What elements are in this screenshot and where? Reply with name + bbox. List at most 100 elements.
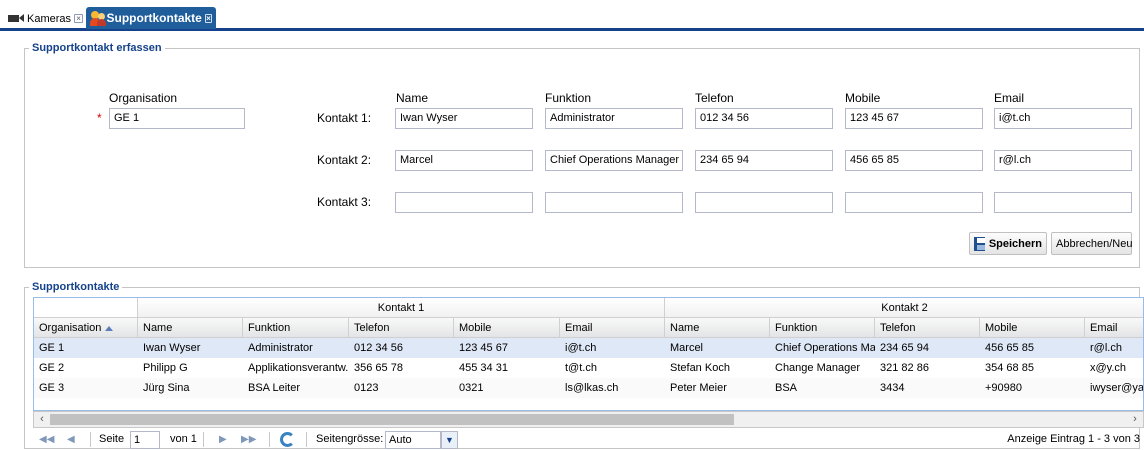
scroll-right-icon[interactable]: › <box>1127 412 1143 427</box>
required-marker: * <box>97 111 102 125</box>
column-header-name[interactable]: Name <box>665 318 770 338</box>
camera-icon <box>8 14 24 23</box>
name-header: Name <box>396 91 429 105</box>
cancel-button-label: Abbrechen/Neu <box>1056 237 1133 250</box>
column-header-mobile[interactable]: Mobile <box>980 318 1085 338</box>
column-header-function[interactable]: Funktion <box>770 318 875 338</box>
table-cell: r@l.ch <box>1090 342 1122 354</box>
table-row[interactable]: GE 3 Jürg Sina BSA Leiter 0123 0321 ls@l… <box>34 378 1144 398</box>
function-header: Funktion <box>545 91 592 105</box>
tab-kameras[interactable]: Kameras × <box>4 9 87 28</box>
table-cell: Stefan Koch <box>670 362 730 374</box>
column-header-function[interactable]: Funktion <box>243 318 349 338</box>
page-count-label: von 1 <box>170 433 197 445</box>
contacts-grid: Kontakt 1 Kontakt 2 Organisation Name Fu… <box>33 297 1144 411</box>
table-cell: Chief Operations Ma... <box>775 342 875 354</box>
table-cell: 456 65 85 <box>985 342 1034 354</box>
mobile-header: Mobile <box>845 91 881 105</box>
table-cell: 321 82 86 <box>880 362 929 374</box>
table-cell: +90980 <box>985 382 1023 394</box>
organisation-label: Organisation <box>109 91 178 105</box>
paging-status: Anzeige Eintrag 1 - 3 von 3 <box>1007 433 1140 445</box>
table-cell: Philipp G <box>143 362 188 374</box>
contact-3-email-field[interactable] <box>994 192 1132 213</box>
table-cell: Change Manager <box>775 362 861 374</box>
table-row[interactable]: GE 2 Philipp G Applikationsverantw... 35… <box>34 358 1143 378</box>
chevron-down-icon[interactable]: ▼ <box>441 431 458 449</box>
refresh-icon[interactable] <box>280 432 295 447</box>
toolbar-separator <box>306 432 307 447</box>
contact-1-label: Kontakt 1: <box>317 111 372 125</box>
column-header-organisation[interactable]: Organisation <box>34 318 138 338</box>
table-cell: 234 65 94 <box>880 342 929 354</box>
contact-3-label: Kontakt 3: <box>317 195 372 209</box>
table-cell: Marcel <box>670 342 704 354</box>
page-number-input[interactable]: 1 <box>130 431 160 449</box>
contact-2-label: Kontakt 2: <box>317 153 372 167</box>
grid-group-kontakt-2: Kontakt 2 <box>665 298 1143 318</box>
page-size-label: Seitengrösse: <box>316 433 384 445</box>
contact-2-function-field[interactable]: Chief Operations Manager <box>545 150 683 171</box>
table-cell: Administrator <box>248 342 313 354</box>
table-cell: BSA <box>775 382 798 394</box>
contact-1-function-field[interactable]: Administrator <box>545 108 683 129</box>
tab-label: Supportkontakte <box>106 11 202 25</box>
contact-1-email-field[interactable]: i@t.ch <box>994 108 1132 129</box>
contact-3-phone-field[interactable] <box>695 192 833 213</box>
page-label: Seite <box>99 433 125 445</box>
next-page-icon[interactable]: ▶ <box>219 429 227 450</box>
close-icon[interactable]: × <box>74 14 84 23</box>
table-cell: iwyser@yal <box>1090 382 1144 394</box>
floppy-disk-icon <box>974 236 985 251</box>
last-page-icon[interactable]: ▶▶ <box>241 429 256 450</box>
first-page-icon[interactable]: ◀◀ <box>39 429 54 450</box>
column-header-email[interactable]: Email <box>1085 318 1143 338</box>
table-cell: GE 1 <box>39 342 65 354</box>
contact-3-mobile-field[interactable] <box>845 192 983 213</box>
toolbar-separator <box>90 432 91 447</box>
column-header-phone[interactable]: Telefon <box>875 318 980 338</box>
tab-supportkontakte[interactable]: Supportkontakte × <box>86 7 216 29</box>
email-header: Email <box>994 91 1025 105</box>
cancel-new-button[interactable]: Abbrechen/Neu <box>1051 232 1132 255</box>
contact-1-mobile-field[interactable]: 123 45 67 <box>845 108 983 129</box>
table-cell: Applikationsverantw... <box>248 362 349 374</box>
save-button-label: Speichern <box>988 237 1042 250</box>
contact-1-name-field[interactable]: Iwan Wyser <box>395 108 533 129</box>
column-header-name[interactable]: Name <box>138 318 243 338</box>
table-cell: Iwan Wyser <box>143 342 201 354</box>
panel-title: Supportkontakt erfassen <box>32 42 162 54</box>
close-icon[interactable]: × <box>204 13 212 23</box>
contact-3-function-field[interactable] <box>545 192 683 213</box>
paging-toolbar: ◀◀ ◀ Seite 1 von 1 ▶ ▶▶ Seitengrösse: Au… <box>33 429 1144 450</box>
page-size-combo[interactable]: Auto <box>385 431 441 449</box>
previous-page-icon[interactable]: ◀ <box>67 429 75 450</box>
table-cell: 455 34 31 <box>459 362 508 374</box>
contact-3-name-field[interactable] <box>395 192 533 213</box>
contact-2-phone-field[interactable]: 234 65 94 <box>695 150 833 171</box>
table-cell: 012 34 56 <box>354 342 403 354</box>
table-cell: GE 2 <box>39 362 65 374</box>
people-icon <box>90 10 106 26</box>
column-header-email[interactable]: Email <box>560 318 665 338</box>
sort-ascending-icon <box>105 325 114 331</box>
scroll-left-icon[interactable]: ‹ <box>34 412 50 427</box>
contact-2-name-field[interactable]: Marcel <box>395 150 533 171</box>
column-header-phone[interactable]: Telefon <box>349 318 454 338</box>
scrollbar-thumb[interactable] <box>50 414 734 425</box>
contact-2-email-field[interactable]: r@l.ch <box>994 150 1132 171</box>
table-row[interactable]: GE 1 Iwan Wyser Administrator 012 34 56 … <box>34 338 1143 358</box>
column-header-mobile[interactable]: Mobile <box>454 318 560 338</box>
table-cell: 0123 <box>354 382 379 394</box>
table-cell: t@t.ch <box>565 362 597 374</box>
save-button[interactable]: Speichern <box>969 232 1047 255</box>
table-cell: ls@lkas.ch <box>565 382 619 394</box>
organisation-field[interactable]: GE 1 <box>109 108 245 129</box>
table-cell: 3434 <box>880 382 905 394</box>
phone-header: Telefon <box>695 91 734 105</box>
contact-2-mobile-field[interactable]: 456 65 85 <box>845 150 983 171</box>
contact-1-phone-field[interactable]: 012 34 56 <box>695 108 833 129</box>
grid-group-kontakt-1: Kontakt 1 <box>138 298 665 318</box>
table-cell: 356 65 78 <box>354 362 403 374</box>
horizontal-scrollbar[interactable]: ‹ › <box>33 411 1144 428</box>
